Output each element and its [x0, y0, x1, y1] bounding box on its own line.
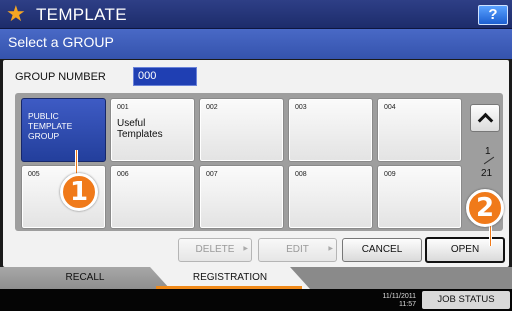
group-tile-006[interactable]: 006 [110, 165, 195, 229]
group-number: 007 [206, 171, 218, 178]
group-number: 005 [28, 171, 40, 178]
group-tile-009[interactable]: 009 [377, 165, 462, 229]
group-tile-001[interactable]: 001 Useful Templates [110, 98, 195, 162]
date-time: 11/11/2011 11:57 [368, 293, 416, 309]
tab-recall[interactable]: RECALL [0, 267, 170, 289]
open-button[interactable]: OPEN [425, 237, 505, 263]
scroll-up-button[interactable] [470, 104, 500, 132]
group-number-label: GROUP NUMBER [15, 71, 106, 83]
edit-label: EDIT [286, 244, 309, 255]
group-number: 003 [295, 104, 307, 111]
group-name: Useful Templates [117, 118, 163, 140]
subtitle-bar: Select a GROUP [0, 29, 512, 59]
edit-button[interactable]: EDIT ▶ [258, 238, 337, 262]
group-number: 001 [117, 104, 129, 111]
group-tile-public[interactable]: PUBLIC TEMPLATE GROUP [21, 98, 106, 162]
group-number-field[interactable]: 000 [133, 67, 197, 86]
page-current: 1 [485, 146, 491, 157]
star-icon: ★ [6, 1, 26, 26]
date-text: 11/11/2011 [382, 293, 416, 300]
page-subtitle: Select a GROUP [8, 34, 114, 50]
group-number: 008 [295, 171, 307, 178]
main-panel: GROUP NUMBER 000 PUBLIC TEMPLATE GROUP 0… [3, 60, 509, 267]
corner-arrow-icon: ▶ [243, 246, 248, 252]
group-tile-004[interactable]: 004 [377, 98, 462, 162]
group-tile-007[interactable]: 007 [199, 165, 284, 229]
time-text: 11:57 [399, 301, 416, 308]
corner-arrow-icon: ▶ [328, 246, 333, 252]
group-tile-003[interactable]: 003 [288, 98, 373, 162]
page-total: 21 [481, 168, 493, 179]
group-number: 004 [384, 104, 396, 111]
delete-button[interactable]: DELETE ▶ [178, 238, 252, 262]
job-status-button[interactable]: JOB STATUS [422, 291, 510, 309]
callout-2-badge: 2 [466, 189, 504, 227]
delete-label: DELETE [195, 244, 235, 255]
group-number: 006 [117, 171, 129, 178]
group-grid: PUBLIC TEMPLATE GROUP 001 Useful Templat… [15, 93, 503, 231]
app-title: TEMPLATE [36, 5, 127, 24]
title-bar: ★ TEMPLATE ? [0, 0, 512, 29]
group-tile-002[interactable]: 002 [199, 98, 284, 162]
group-name: PUBLIC TEMPLATE GROUP [28, 111, 73, 141]
screen: ★ TEMPLATE ? Select a GROUP GROUP NUMBER… [0, 0, 512, 311]
group-number: 009 [384, 171, 396, 178]
help-button[interactable]: ? [478, 5, 508, 25]
group-tile-008[interactable]: 008 [288, 165, 373, 229]
group-number: 002 [206, 104, 218, 111]
cancel-button[interactable]: CANCEL [342, 238, 422, 262]
callout-1-badge: 1 [60, 173, 98, 211]
